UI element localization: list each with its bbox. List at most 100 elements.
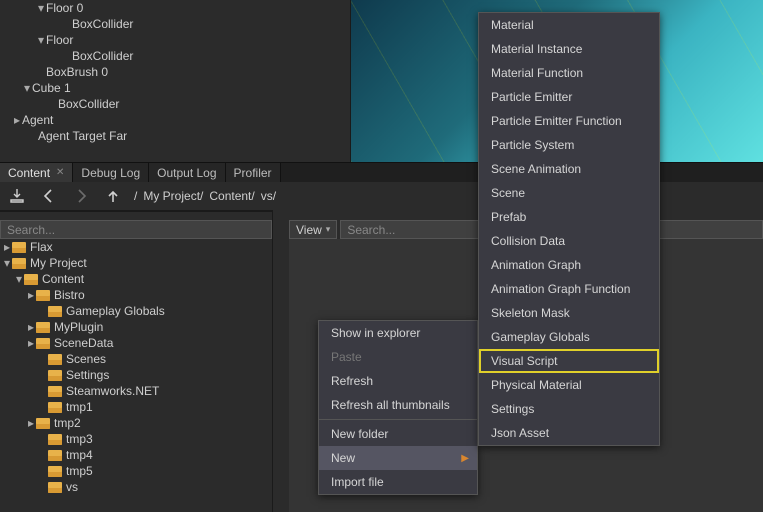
menu-item: Paste	[319, 345, 477, 369]
tree-item[interactable]: Settings	[0, 367, 272, 383]
tree-item[interactable]: vs	[0, 479, 272, 495]
tree-item-label: tmp3	[66, 432, 93, 446]
tree-item-label: Bistro	[54, 288, 85, 302]
breadcrumb-segment[interactable]: My Project/	[143, 189, 203, 203]
scene-item[interactable]: ▾Floor 0	[0, 0, 350, 16]
menu-item[interactable]: Json Asset	[479, 421, 659, 445]
menu-item[interactable]: Collision Data	[479, 229, 659, 253]
menu-item[interactable]: Material	[479, 13, 659, 37]
import-icon[interactable]	[6, 185, 28, 207]
expand-toggle-icon[interactable]: ▾	[36, 32, 46, 48]
menu-item[interactable]: Scene Animation	[479, 157, 659, 181]
menu-item-label: Particle System	[491, 138, 574, 152]
menu-item[interactable]: New▶	[319, 446, 477, 470]
folder-icon	[48, 482, 62, 493]
tree-item-label: Gameplay Globals	[66, 304, 165, 318]
expand-toggle-icon[interactable]: ▾	[14, 272, 24, 286]
expand-toggle-icon[interactable]: ▸	[26, 416, 36, 430]
scene-item[interactable]: ▾Cube 1	[0, 80, 350, 96]
folder-icon	[12, 242, 26, 253]
tree-item[interactable]: ▾My Project	[0, 255, 272, 271]
menu-item-label: Animation Graph Function	[491, 282, 630, 296]
view-button[interactable]: View ▾	[289, 220, 337, 239]
menu-item[interactable]: Show in explorer	[319, 321, 477, 345]
tree-item[interactable]: Gameplay Globals	[0, 303, 272, 319]
breadcrumb-segment[interactable]: vs/	[261, 189, 276, 203]
folder-icon	[48, 450, 62, 461]
menu-item-label: Collision Data	[491, 234, 565, 248]
tree-item[interactable]: tmp5	[0, 463, 272, 479]
tree-item[interactable]: tmp1	[0, 399, 272, 415]
close-icon[interactable]: ✕	[56, 167, 64, 178]
tab-output-log[interactable]: Output Log	[149, 163, 225, 182]
tree-item-label: tmp5	[66, 464, 93, 478]
nav-back-icon[interactable]	[38, 185, 60, 207]
nav-up-icon[interactable]	[102, 185, 124, 207]
folder-icon	[48, 434, 62, 445]
search-placeholder: Search...	[7, 223, 55, 237]
breadcrumb-segment[interactable]: /	[134, 189, 137, 203]
scene-item[interactable]: BoxCollider	[0, 96, 350, 112]
menu-item[interactable]: Gameplay Globals	[479, 325, 659, 349]
menu-item[interactable]: New folder	[319, 422, 477, 446]
menu-item[interactable]: Refresh all thumbnails	[319, 393, 477, 417]
menu-item[interactable]: Material Instance	[479, 37, 659, 61]
project-search-input[interactable]: Search...	[0, 220, 272, 239]
expand-toggle-icon[interactable]: ▸	[2, 240, 12, 254]
menu-item[interactable]: Particle Emitter Function	[479, 109, 659, 133]
tree-item[interactable]: Scenes	[0, 351, 272, 367]
scene-item[interactable]: ▾Floor	[0, 32, 350, 48]
tab-content[interactable]: Content ✕	[0, 163, 73, 182]
expand-toggle-icon[interactable]: ▾	[2, 256, 12, 270]
expand-toggle-icon[interactable]: ▸	[12, 112, 22, 128]
expand-toggle-icon[interactable]: ▸	[26, 336, 36, 350]
tree-item-label: tmp1	[66, 400, 93, 414]
tree-item[interactable]: ▸SceneData	[0, 335, 272, 351]
tree-item[interactable]: Steamworks.NET	[0, 383, 272, 399]
scene-item[interactable]: Agent Target Far	[0, 128, 350, 144]
tree-item-label: tmp4	[66, 448, 93, 462]
tab-label: Content	[8, 166, 50, 180]
scene-item[interactable]: BoxBrush 0	[0, 64, 350, 80]
tree-item[interactable]: ▾Content	[0, 271, 272, 287]
menu-item[interactable]: Visual Script	[479, 349, 659, 373]
menu-item[interactable]: Import file	[319, 470, 477, 494]
tree-item[interactable]: ▸Flax	[0, 239, 272, 255]
expand-toggle-icon[interactable]: ▾	[22, 80, 32, 96]
expand-toggle-icon[interactable]: ▾	[36, 0, 46, 16]
menu-item[interactable]: Physical Material	[479, 373, 659, 397]
breadcrumb-segment[interactable]: Content/	[209, 189, 254, 203]
tree-item[interactable]: ▸ Bistro	[0, 287, 272, 303]
folder-icon	[48, 354, 62, 365]
tree-item[interactable]: tmp4	[0, 447, 272, 463]
expand-toggle-icon[interactable]: ▸	[26, 288, 36, 302]
menu-item-label: Show in explorer	[331, 326, 420, 340]
menu-item[interactable]: Refresh	[319, 369, 477, 393]
menu-item[interactable]: Prefab	[479, 205, 659, 229]
menu-item[interactable]: Particle Emitter	[479, 85, 659, 109]
menu-item[interactable]: Animation Graph	[479, 253, 659, 277]
scene-item[interactable]: BoxCollider	[0, 16, 350, 32]
expand-toggle-icon[interactable]: ▸	[26, 320, 36, 334]
menu-item[interactable]: Particle System	[479, 133, 659, 157]
scene-item[interactable]: ▸Agent	[0, 112, 350, 128]
tree-item[interactable]: tmp3	[0, 431, 272, 447]
menu-item-label: Visual Script	[491, 354, 557, 368]
menu-item[interactable]: Scene	[479, 181, 659, 205]
tree-item[interactable]: ▸tmp2	[0, 415, 272, 431]
menu-item[interactable]: Animation Graph Function	[479, 277, 659, 301]
menu-item[interactable]: Material Function	[479, 61, 659, 85]
menu-item-label: Material Function	[491, 66, 583, 80]
menu-item-label: Refresh all thumbnails	[331, 398, 450, 412]
nav-forward-icon[interactable]	[70, 185, 92, 207]
tree-item[interactable]: ▸MyPlugin	[0, 319, 272, 335]
search-placeholder: Search...	[347, 223, 395, 237]
tab-debug-log[interactable]: Debug Log	[73, 163, 149, 182]
tab-profiler[interactable]: Profiler	[226, 163, 281, 182]
menu-item-label: Animation Graph	[491, 258, 581, 272]
menu-item[interactable]: Skeleton Mask	[479, 301, 659, 325]
menu-item-label: Settings	[491, 402, 534, 416]
breadcrumb[interactable]: / My Project/Content/vs/	[134, 189, 276, 203]
scene-item[interactable]: BoxCollider	[0, 48, 350, 64]
menu-item[interactable]: Settings	[479, 397, 659, 421]
